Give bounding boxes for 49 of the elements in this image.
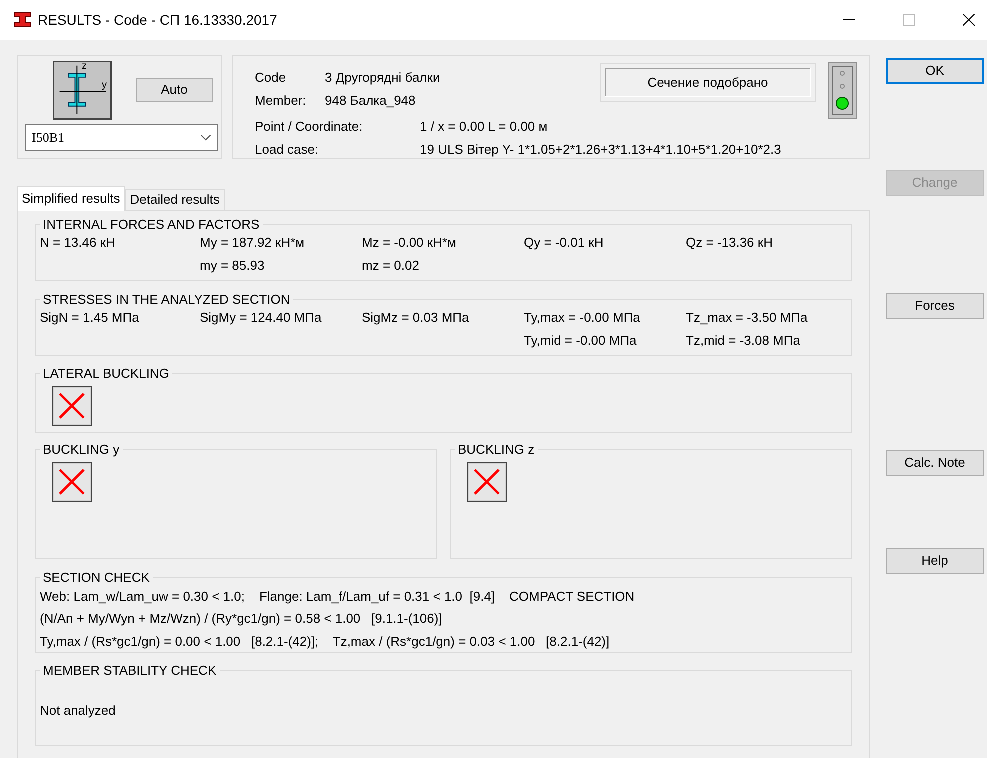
window-title: RESULTS - Code - СП 16.13330.2017	[38, 10, 278, 30]
value-text: mz = 0.02	[362, 257, 420, 275]
group-title: BUCKLING y	[42, 441, 121, 459]
check-text: Web: Lam_w/Lam_uw = 0.30 < 1.0; Flange: Lam_f/Lam_uf = 0.31 < 1.0 [9.4] COMPACT SECTION	[40, 588, 636, 606]
value-text: Tz,mid = -3.08 МПа	[686, 332, 802, 350]
value-text: SigMz = 0.03 МПа	[362, 308, 470, 327]
value-text: Ty,mid = -0.00 МПа	[524, 332, 638, 350]
field-label: Load case:	[255, 140, 320, 158]
profile-dropdown[interactable]: I50B1	[25, 124, 218, 151]
group-title: SECTION CHECK	[42, 569, 151, 587]
dialog-button[interactable]: Forces	[886, 293, 984, 319]
field-label: Code	[255, 69, 288, 87]
field-value: 19 ULS Вітер Y- 1*1.05+2*1.26+3*1.13+4*1.10+5*1.20+10*2.3	[420, 140, 782, 159]
value-text: my = 85.93	[200, 257, 266, 275]
axis-label: y	[102, 79, 107, 93]
field-label: Point / Coordinate:	[255, 118, 364, 136]
app-icon	[14, 12, 32, 28]
value-text: SigN = 1.45 МПа	[40, 308, 140, 327]
dialog-button[interactable]: OK	[886, 58, 984, 84]
value-text: SigMy = 124.40 МПа	[200, 308, 323, 327]
group-title: BUCKLING z	[457, 441, 536, 459]
close-icon[interactable]	[963, 14, 975, 26]
value-text: Qy = -0.01 кН	[524, 234, 605, 252]
value-text: Ty,max = -0.00 МПа	[524, 308, 642, 327]
field-label: Member:	[255, 92, 308, 110]
tab[interactable]: Simplified results	[17, 186, 126, 211]
value-text: Tz_max = -3.50 МПа	[686, 308, 809, 327]
tab[interactable]: Detailed results	[125, 189, 225, 210]
group-title: LATERAL BUCKLING	[42, 365, 170, 383]
group-title: MEMBER STABILITY CHECK	[42, 662, 218, 680]
axis-label: z	[82, 60, 87, 74]
value-text: N = 13.46 кН	[40, 234, 116, 252]
chevron-down-icon	[201, 134, 211, 140]
group-title: STRESSES IN THE ANALYZED SECTION	[42, 291, 292, 309]
group-title: INTERNAL FORCES AND FACTORS	[42, 216, 261, 234]
field-value: 948 Балка_948	[325, 92, 416, 110]
traffic-light-icon	[828, 62, 857, 119]
check-text: Not analyzed	[40, 702, 117, 720]
check-text: (N/An + My/Wyn + Mz/Wzn) / (Ry*gc1/gn) = 0.58 < 1.00 [9.1.1-(106)]	[40, 610, 444, 628]
field-value: 1 / x = 0.00 L = 0.00 м	[420, 118, 548, 136]
check-text: Ty,max / (Rs*gc1/gn) = 0.00 < 1.00 [8.2.1-(42)]; Tz,max / (Rs*gc1/gn) = 0.03 < 1.00 [8.2.1-(42)]	[40, 632, 611, 651]
value-text: Mz = -0.00 кН*м	[362, 234, 458, 252]
auto-button[interactable]: Auto	[136, 78, 213, 102]
dialog-button[interactable]: Calc. Note	[886, 450, 984, 476]
value-text: Qz = -13.36 кН	[686, 234, 774, 252]
status-field: Сечение подобрано	[605, 68, 811, 97]
field-value: 3 Другорядні балки	[325, 69, 440, 87]
value-text: My = 187.92 кН*м	[200, 234, 306, 252]
dialog-button[interactable]: Help	[886, 548, 984, 574]
